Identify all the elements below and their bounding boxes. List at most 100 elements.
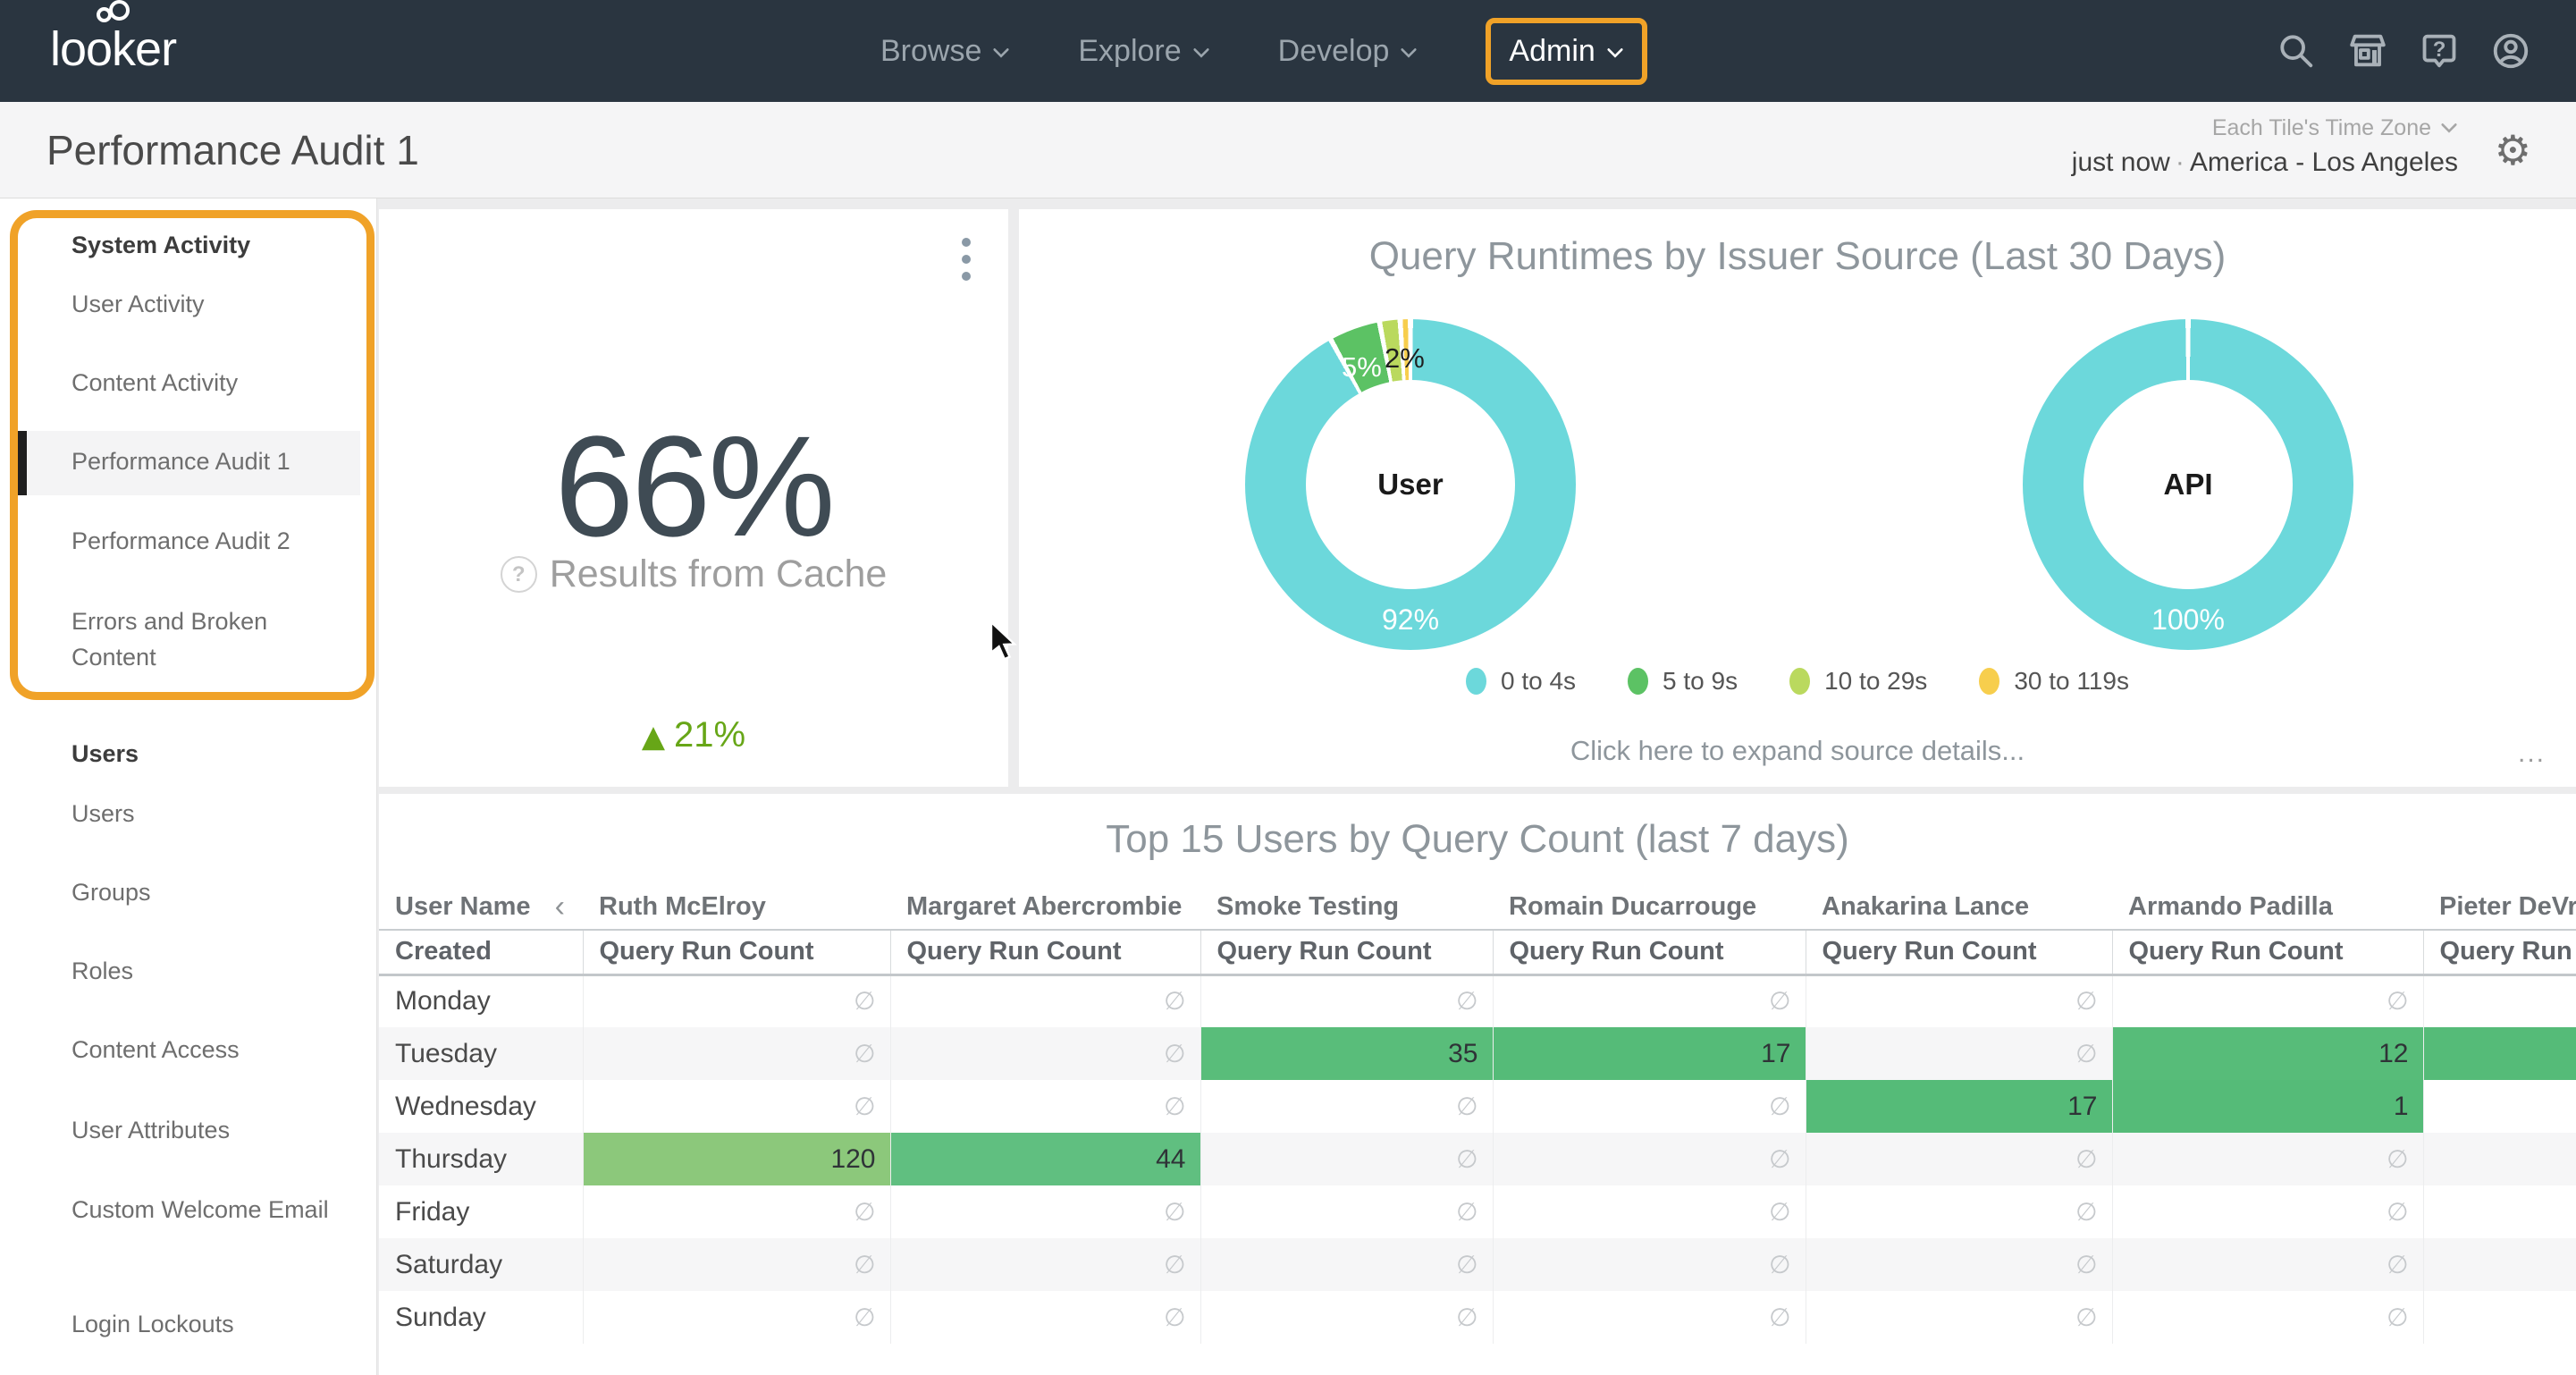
table-subheader-query-run-count[interactable]: Query Run Count — [2112, 930, 2423, 974]
null-value-symbol: ∅ — [2075, 1197, 2097, 1227]
timezone-dropdown[interactable]: Each Tile's Time Zone — [2072, 114, 2458, 142]
chevron-down-icon — [1400, 47, 1418, 59]
sidebar-item-roles[interactable]: Roles — [72, 953, 340, 989]
nav-item-develop[interactable]: Develop — [1278, 34, 1418, 69]
page-title: Performance Audit 1 — [46, 126, 419, 174]
table-subheader-query-run-count[interactable]: Query Run Count — [1806, 930, 2112, 974]
table-column-header-romain-ducarrouge[interactable]: Romain Ducarrouge — [1493, 885, 1806, 930]
table-column-header-anakarina-lance[interactable]: Anakarina Lance — [1806, 885, 2112, 930]
null-value-symbol: ∅ — [1456, 986, 1477, 1016]
collapse-chevron-icon[interactable]: ‹ — [555, 890, 570, 924]
sidebar-item-content-activity[interactable]: Content Activity — [72, 365, 340, 401]
table-subheader-query-run-count[interactable]: Query Run Count — [890, 930, 1200, 974]
query-count-cell[interactable]: 1 — [2112, 1080, 2423, 1133]
legend-item-30-to-119s[interactable]: 30 to 119s — [1979, 667, 2129, 696]
dashboard-area: 66% ? Results from Cache ▲21% Query Runt… — [378, 198, 2576, 1375]
marketplace-icon[interactable] — [2347, 30, 2388, 72]
refresh-status: just now — [2072, 148, 2170, 177]
query-count-cell[interactable]: 17 — [1806, 1080, 2112, 1133]
query-count-cell: ∅ — [1493, 1291, 1806, 1344]
runtimes-tile-title: Query Runtimes by Issuer Source (Last 30… — [1019, 234, 2576, 279]
day-cell: Wednesday — [379, 1080, 583, 1133]
query-count-cell[interactable]: 120 — [583, 1133, 890, 1185]
day-cell: Tuesday — [379, 1027, 583, 1080]
nav-item-browse[interactable]: Browse — [880, 34, 1010, 69]
query-count-cell: ∅ — [583, 1080, 890, 1133]
looker-admin-screen: looker Browse Explore Develop Admin ? Perfo… — [0, 0, 2576, 1375]
table-row-friday: Friday∅∅∅∅∅∅ — [379, 1185, 2576, 1238]
nav-item-admin[interactable]: Admin — [1486, 18, 1646, 85]
nav-icon-group: ? — [2276, 0, 2531, 102]
sidebar-item-custom-welcome-email[interactable]: Custom Welcome Email — [72, 1192, 340, 1227]
query-count-cell[interactable]: 44 — [890, 1133, 1200, 1185]
looker-logo[interactable]: looker — [50, 21, 176, 77]
query-count-cell: ∅ — [2112, 1291, 2423, 1344]
account-icon[interactable] — [2490, 30, 2531, 72]
query-count-cell[interactable]: 17 — [1493, 1027, 1806, 1080]
sidebar-item-content-access[interactable]: Content Access — [72, 1032, 340, 1067]
table-subheader-query-run-count[interactable]: Query Run Count — [583, 930, 890, 974]
query-count-cell: ∅ — [583, 1291, 890, 1344]
expand-source-details-link[interactable]: Click here to expand source details... — [1019, 735, 2576, 767]
table-subheader-created[interactable]: Created — [379, 930, 583, 974]
sidebar-item-user-attributes[interactable]: User Attributes — [72, 1112, 340, 1148]
sidebar-item-users[interactable]: Users — [72, 796, 340, 831]
table-row-wednesday: Wednesday∅∅∅∅171 — [379, 1080, 2576, 1133]
query-count-cell: ∅ — [583, 974, 890, 1027]
sidebar-item-login-lockouts[interactable]: Login Lockouts — [72, 1306, 340, 1342]
table-column-header-ruth-mcelroy[interactable]: Ruth McElroy — [583, 885, 890, 930]
tile-menu-kebab-icon[interactable] — [956, 232, 976, 286]
sidebar-item-performance-audit-1[interactable]: Performance Audit 1 — [72, 443, 340, 479]
nav-item-explore[interactable]: Explore — [1078, 34, 1209, 69]
cache-tile: 66% ? Results from Cache ▲21% — [379, 209, 1008, 787]
legend-swatch-icon — [1789, 668, 1810, 695]
null-value-symbol: ∅ — [854, 1092, 875, 1121]
table-row-tuesday: Tuesday∅∅3517∅12 — [379, 1027, 2576, 1080]
sidebar-item-errors-and-broken-content[interactable]: Errors and Broken Content — [72, 603, 340, 675]
table-subheader-query-run-count[interactable]: Query Run Count — [2423, 930, 2576, 974]
query-count-cell: ∅ — [1200, 1291, 1493, 1344]
query-count-cell: ∅ — [890, 974, 1200, 1027]
tile-more-ellipsis[interactable]: ... — [2518, 738, 2546, 769]
table-column-header-pieter-devrie[interactable]: Pieter DeVrie — [2423, 885, 2576, 930]
logo-bubble-icon — [109, 0, 130, 21]
table-subheader-query-run-count[interactable]: Query Run Count — [1493, 930, 1806, 974]
legend-label: 30 to 119s — [2014, 667, 2129, 696]
legend-item-10-to-29s[interactable]: 10 to 29s — [1789, 667, 1927, 696]
table-row-header-user-name[interactable]: User Name‹ — [379, 885, 583, 930]
table-subheader-query-run-count[interactable]: Query Run Count — [1200, 930, 1493, 974]
query-count-cell: ∅ — [2112, 1238, 2423, 1291]
cache-label: Results from Cache — [550, 553, 888, 596]
query-count-cell: ∅ — [1806, 974, 2112, 1027]
query-count-cell: ∅ — [890, 1027, 1200, 1080]
query-count-cell[interactable]: 35 — [1200, 1027, 1493, 1080]
nav-item-label: Develop — [1278, 34, 1390, 69]
gear-icon[interactable]: ⚙ — [2495, 130, 2531, 171]
query-count-cell — [2423, 1133, 2576, 1185]
query-count-cell: ∅ — [1493, 1185, 1806, 1238]
sidebar-item-groups[interactable]: Groups — [72, 874, 340, 910]
table-column-header-armando-padilla[interactable]: Armando Padilla — [2112, 885, 2423, 930]
sidebar-item-user-activity[interactable]: User Activity — [72, 286, 340, 322]
legend-item-0-to-4s[interactable]: 0 to 4s — [1466, 667, 1576, 696]
donut-chart-user[interactable]: 5% 2% User 92% — [1245, 319, 1576, 650]
chevron-down-icon — [1192, 47, 1210, 59]
admin-sidebar: System ActivityUser ActivityContent Acti… — [0, 198, 377, 1375]
day-cell: Friday — [379, 1185, 583, 1238]
null-value-symbol: ∅ — [2075, 986, 2097, 1016]
sidebar-item-performance-audit-2[interactable]: Performance Audit 2 — [72, 523, 340, 559]
query-count-cell[interactable]: 12 — [2112, 1027, 2423, 1080]
separator-dot: · — [2170, 148, 2190, 177]
help-icon[interactable]: ? — [2419, 30, 2460, 72]
legend-swatch-icon — [1466, 668, 1486, 695]
null-value-symbol: ∅ — [2387, 1197, 2408, 1227]
query-count-cell: ∅ — [890, 1291, 1200, 1344]
donut-chart-api[interactable]: API 100% — [2023, 319, 2353, 650]
query-count-cell: ∅ — [583, 1238, 890, 1291]
legend-item-5-to-9s[interactable]: 5 to 9s — [1628, 667, 1738, 696]
table-column-header-margaret-abercrombie[interactable]: Margaret Abercrombie — [890, 885, 1200, 930]
table-column-header-smoke-testing[interactable]: Smoke Testing — [1200, 885, 1493, 930]
search-icon[interactable] — [2276, 30, 2317, 72]
help-circle-icon[interactable]: ? — [501, 556, 537, 593]
donut-main-slice-label: 100% — [2023, 603, 2353, 637]
